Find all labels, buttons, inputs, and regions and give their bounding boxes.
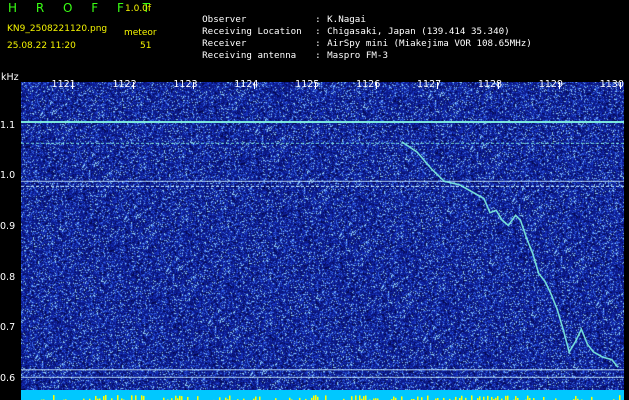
x-tick-mark bbox=[254, 82, 256, 89]
x-tick-label: 1121 bbox=[51, 79, 76, 90]
version-label: 1.0.0f bbox=[125, 4, 152, 14]
level-spike bbox=[95, 395, 97, 400]
x-tick-label: 1128 bbox=[477, 79, 503, 90]
x-tick-mark bbox=[193, 82, 195, 89]
level-spike bbox=[401, 396, 403, 400]
level-spike bbox=[325, 395, 327, 400]
y-tick-label: 0.8 bbox=[0, 271, 16, 283]
level-spike bbox=[461, 395, 463, 400]
x-tick-label: 1122 bbox=[112, 79, 137, 90]
level-spike bbox=[143, 395, 145, 400]
level-spike bbox=[197, 396, 199, 400]
level-spike bbox=[131, 395, 133, 400]
x-tick-mark bbox=[132, 82, 134, 89]
antenna-row: Receiving antenna: Maspro FM-3 bbox=[180, 38, 388, 61]
datetime-label: 25.08.22 11:20 bbox=[7, 41, 76, 51]
level-spike bbox=[427, 395, 429, 400]
level-spike bbox=[179, 395, 181, 400]
meta-label: Receiving antenna bbox=[202, 50, 297, 61]
level-spike bbox=[351, 396, 353, 400]
level-spike bbox=[479, 396, 481, 400]
x-tick-label: 1129 bbox=[538, 79, 563, 90]
x-tick-label: 1126 bbox=[356, 79, 381, 90]
level-spike bbox=[365, 395, 367, 400]
level-spike bbox=[575, 395, 577, 400]
level-spike bbox=[417, 396, 419, 400]
level-spike bbox=[229, 395, 231, 400]
signal-level-spikes bbox=[41, 395, 621, 400]
level-spike bbox=[117, 395, 119, 400]
spectrogram-plot bbox=[21, 82, 624, 390]
level-spike bbox=[255, 396, 257, 400]
level-spike bbox=[471, 395, 473, 400]
x-tick-mark bbox=[619, 82, 621, 89]
level-spike bbox=[619, 395, 621, 400]
level-spike bbox=[527, 395, 529, 400]
level-spike bbox=[181, 396, 183, 400]
level-spike bbox=[259, 396, 261, 400]
y-tick-label: 1.1 bbox=[0, 119, 16, 131]
x-tick-mark bbox=[558, 82, 560, 89]
x-tick-label: 1124 bbox=[234, 79, 259, 90]
level-spike bbox=[359, 395, 361, 400]
level-spike bbox=[135, 395, 137, 400]
x-tick-mark bbox=[437, 82, 439, 89]
x-tick-mark bbox=[315, 82, 317, 89]
x-tick-mark bbox=[376, 82, 378, 89]
meteor-label: meteor bbox=[124, 28, 157, 38]
level-spike bbox=[507, 395, 509, 400]
meteor-count: 51 bbox=[140, 41, 152, 51]
observer-row: Observer: K.Nagai bbox=[180, 2, 366, 25]
receiver-row: Receiver: AirSpy mini (Miakejima VOR 108.… bbox=[180, 26, 532, 49]
level-spike bbox=[393, 396, 395, 400]
doppler-trace bbox=[401, 141, 619, 368]
x-tick-mark bbox=[71, 82, 73, 89]
y-tick-label: 0.9 bbox=[0, 220, 16, 232]
x-tick-label: 1123 bbox=[173, 79, 198, 90]
y-tick-label: 1.0 bbox=[0, 170, 16, 182]
level-spike bbox=[363, 396, 365, 400]
level-spike bbox=[487, 395, 489, 400]
level-spike bbox=[313, 395, 315, 400]
spectrogram-overlay bbox=[21, 121, 624, 378]
level-spike bbox=[355, 395, 357, 400]
x-tick-label: 1127 bbox=[416, 79, 442, 90]
y-axis-unit: kHz bbox=[1, 72, 19, 83]
level-spike bbox=[105, 395, 107, 400]
x-tick-mark bbox=[498, 82, 499, 89]
y-tick-label: 0.7 bbox=[0, 322, 16, 334]
level-spike bbox=[103, 396, 105, 400]
y-tick-label: 0.6 bbox=[0, 372, 16, 384]
level-spike bbox=[315, 395, 317, 400]
level-spike bbox=[515, 396, 517, 400]
level-spike bbox=[53, 395, 55, 400]
meta-sep: : bbox=[315, 50, 321, 61]
level-spike bbox=[505, 395, 507, 400]
level-spike bbox=[175, 395, 177, 400]
signal-level-bar bbox=[21, 390, 624, 400]
x-tick-label: 1130 bbox=[599, 79, 624, 90]
level-spike bbox=[497, 396, 499, 400]
meta-value: Maspro FM-3 bbox=[327, 50, 388, 61]
level-spike bbox=[141, 395, 143, 400]
x-tick-label: 1125 bbox=[295, 79, 320, 90]
filename-label: KN9_2508221120.png bbox=[7, 24, 108, 34]
hrofft-window: H R O F F T 1.0.0f KN9_2508221120.png me… bbox=[0, 0, 629, 400]
location-row: Receiving Location: Chigasaki, Japan (139… bbox=[180, 14, 510, 37]
